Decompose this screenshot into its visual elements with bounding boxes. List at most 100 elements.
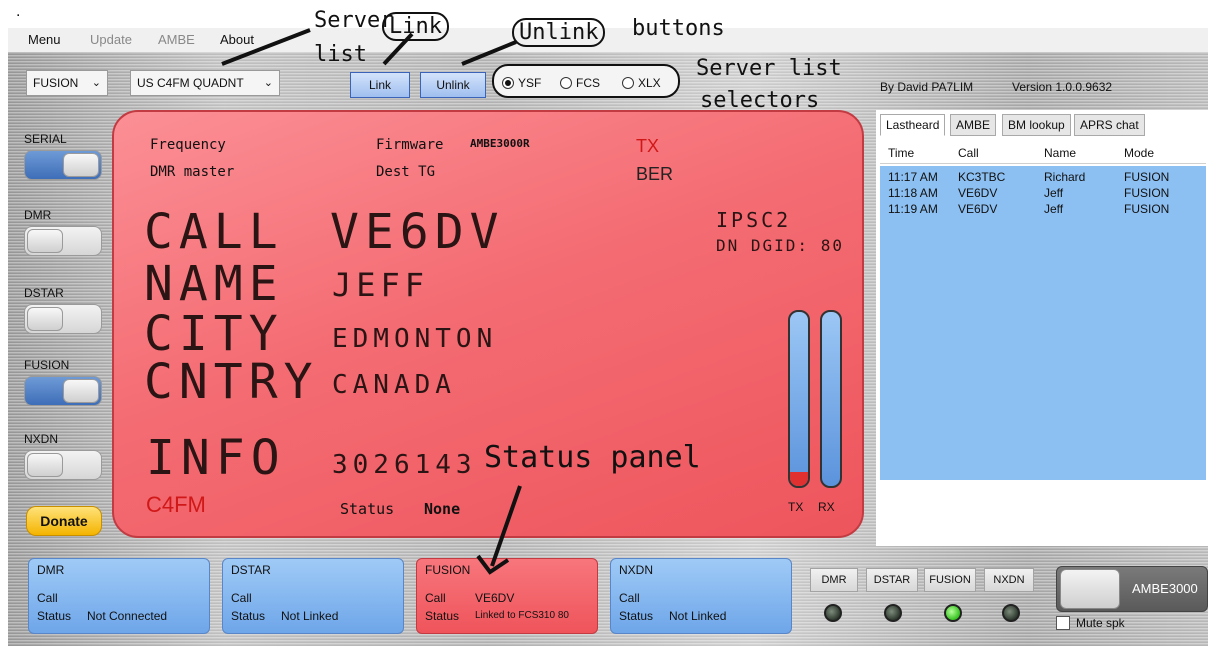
radio-fcs-label: FCS — [576, 76, 600, 90]
nxdn-led-icon — [1002, 604, 1020, 622]
mute-speaker-checkbox[interactable] — [1056, 616, 1070, 630]
radio-fcs[interactable]: FCS — [560, 76, 600, 90]
ambe-label: AMBE3000 — [1132, 581, 1198, 596]
annotation-buttons: buttons — [632, 16, 725, 41]
nxdn-toggle[interactable] — [24, 450, 102, 480]
server-select[interactable]: US C4FM QUADNT ⌄ — [130, 70, 280, 96]
column-mode[interactable]: Mode — [1124, 146, 1154, 160]
panel-title: DSTAR — [231, 563, 271, 577]
row-3-time: 11:19 AM — [888, 202, 938, 216]
author-label: By David PA7LIM — [880, 80, 974, 94]
dmr-led-icon — [824, 604, 842, 622]
fusion-toggle[interactable] — [24, 376, 102, 406]
ambe-switch-knob — [1060, 569, 1120, 609]
column-time[interactable]: Time — [888, 146, 914, 160]
annotation-status-panel: Status panel — [484, 440, 701, 475]
radio-circle-icon — [622, 77, 634, 89]
dmr-master-label: DMR master — [150, 164, 235, 180]
name-label: NAME — [144, 256, 284, 312]
panel-status-label: Status — [425, 609, 460, 623]
toggle-knob — [63, 153, 99, 177]
donate-button[interactable]: Donate — [26, 506, 102, 536]
tx-meter — [788, 310, 810, 488]
panel-title: FUSION — [425, 563, 471, 577]
row-2-name: Jeff — [1044, 186, 1064, 200]
server-select-value: US C4FM QUADNT — [137, 76, 244, 90]
annotation-server-list-2: list — [314, 42, 367, 67]
panel-status-label: Status — [619, 609, 654, 623]
fusion-status-panel: FUSION Call VE6DV Status Linked to FCS31… — [416, 558, 598, 634]
mode-btn-fusion[interactable]: FUSION — [924, 568, 976, 592]
panel-status-label: Status — [37, 609, 72, 623]
menu-item-about[interactable]: About — [220, 32, 254, 47]
panel-call-label: Call — [231, 591, 252, 605]
dstar-led-icon — [884, 604, 902, 622]
mode-btn-nxdn[interactable]: NXDN — [984, 568, 1034, 592]
tab-bm-lookup[interactable]: BM lookup — [1002, 114, 1071, 136]
dstar-label: DSTAR — [24, 286, 64, 300]
row-1-name: Richard — [1044, 170, 1086, 184]
tab-aprs-chat[interactable]: APRS chat — [1074, 114, 1145, 136]
row-3-call: VE6DV — [958, 202, 998, 216]
mode-btn-dmr[interactable]: DMR — [810, 568, 858, 592]
tab-lastheard[interactable]: Lastheard — [880, 114, 946, 136]
name-value: JEFF — [332, 266, 430, 304]
radio-ysf-label: YSF — [518, 76, 542, 90]
menu-item-menu[interactable]: Menu — [28, 32, 61, 47]
mode-btn-dstar[interactable]: DSTAR — [866, 568, 918, 592]
toggle-knob — [27, 307, 63, 331]
mute-speaker-label: Mute spk — [1076, 616, 1125, 630]
radio-circle-icon — [502, 77, 514, 89]
cntry-value: CANADA — [332, 370, 456, 400]
radio-circle-icon — [560, 77, 572, 89]
annotation-link-box: Link — [382, 12, 449, 41]
link-button[interactable]: Link — [350, 72, 410, 98]
mode-select[interactable]: FUSION ⌄ — [26, 70, 108, 96]
row-1-call: KC3TBC — [958, 170, 1006, 184]
dmr-toggle[interactable] — [24, 226, 102, 256]
firmware-value: AMBE3000R — [470, 137, 530, 150]
nxdn-label: NXDN — [24, 432, 59, 446]
radio-xlx-label: XLX — [638, 76, 661, 90]
panel-status-value: Not Connected — [87, 609, 168, 623]
dmr-status-panel: DMR Call Status Not Connected — [28, 558, 210, 634]
panel-title: DMR — [37, 563, 65, 577]
ber-indicator: BER — [636, 164, 674, 184]
unlink-button[interactable]: Unlink — [420, 72, 486, 98]
ipsc-value: IPSC2 — [716, 208, 792, 232]
row-1-time: 11:17 AM — [888, 170, 938, 184]
info-value: 3026143 — [332, 450, 477, 480]
tab-ambe[interactable]: AMBE — [950, 114, 997, 136]
tx-indicator: TX — [636, 136, 660, 156]
serial-toggle[interactable] — [24, 150, 102, 180]
tx-meter-label: TX — [788, 500, 804, 514]
fusion-label: FUSION — [24, 358, 70, 372]
menu-item-update[interactable]: Update — [90, 32, 132, 47]
lastheard-header — [880, 138, 1206, 164]
cntry-label: CNTRY — [144, 354, 319, 410]
status-label: Status — [340, 500, 395, 518]
tx-meter-fill — [790, 472, 808, 486]
call-label: CALL — [144, 204, 284, 260]
dest-tg-label: Dest TG — [376, 164, 436, 180]
panel-status-value: Not Linked — [281, 609, 339, 623]
radio-xlx[interactable]: XLX — [622, 76, 661, 90]
column-name[interactable]: Name — [1044, 146, 1076, 160]
info-label: INFO — [146, 430, 286, 486]
rx-meter-label: RX — [818, 500, 835, 514]
row-2-time: 11:18 AM — [888, 186, 938, 200]
panel-status-label: Status — [231, 609, 266, 623]
dmr-label: DMR — [24, 208, 52, 222]
radio-ysf[interactable]: YSF — [502, 76, 541, 90]
status-value: None — [424, 500, 461, 518]
menu-item-ambe[interactable]: AMBE — [158, 32, 195, 47]
mode-select-value: FUSION — [33, 76, 79, 90]
row-3-mode: FUSION — [1124, 202, 1170, 216]
column-call[interactable]: Call — [958, 146, 979, 160]
row-1-mode: FUSION — [1124, 170, 1170, 184]
stray-dot: . — [16, 3, 21, 20]
annotation-unlink-box: Unlink — [512, 18, 606, 47]
panel-call-label: Call — [619, 591, 640, 605]
dstar-toggle[interactable] — [24, 304, 102, 334]
toggle-knob — [27, 229, 63, 253]
